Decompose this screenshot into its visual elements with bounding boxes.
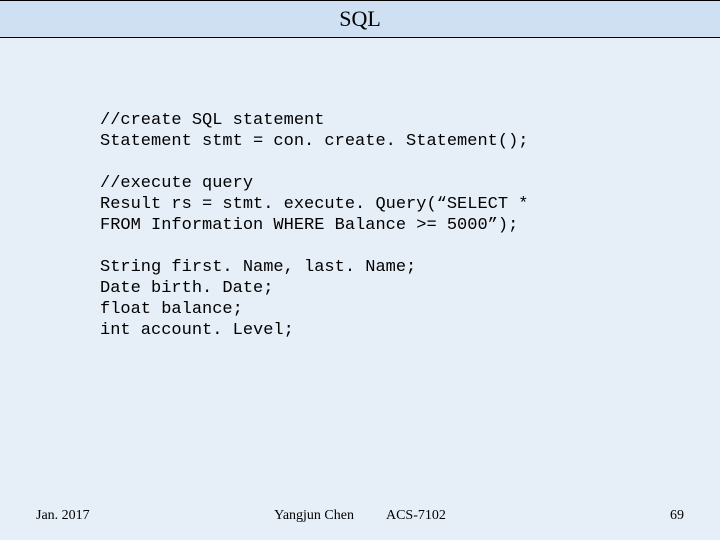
slide-title: SQL	[0, 0, 720, 38]
slide: SQL //create SQL statement Statement stm…	[0, 0, 720, 540]
footer-center: Yangjun Chen ACS-7102	[0, 508, 720, 524]
code-block: //create SQL statement Statement stmt = …	[100, 110, 640, 341]
footer-page-number: 69	[670, 508, 684, 524]
footer-author: Yangjun Chen	[274, 508, 354, 523]
footer-course: ACS-7102	[386, 508, 446, 523]
